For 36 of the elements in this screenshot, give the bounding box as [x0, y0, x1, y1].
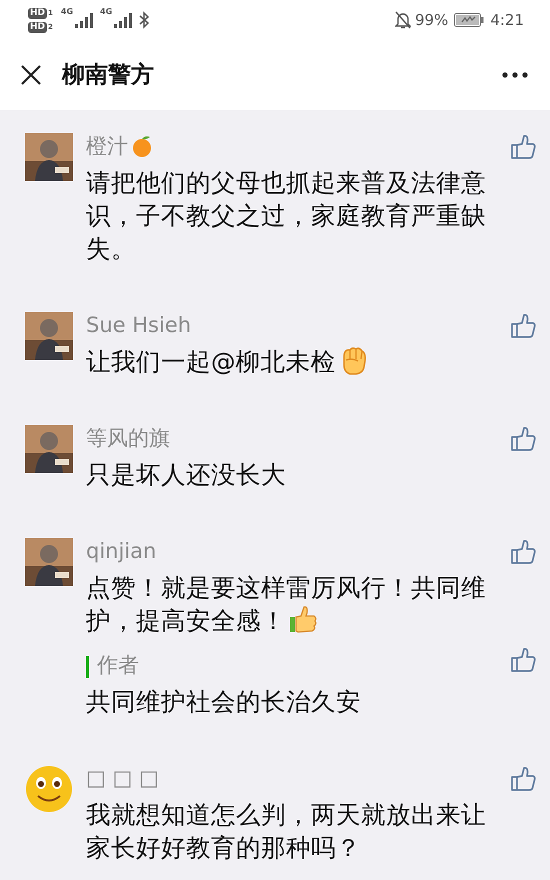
- close-icon[interactable]: [20, 64, 42, 86]
- like-icon[interactable]: [510, 426, 536, 452]
- like-icon[interactable]: [510, 313, 536, 339]
- thumbs-up-icon: [288, 604, 318, 634]
- fruit-icon: [130, 134, 154, 158]
- smiley-avatar-icon: [25, 765, 73, 813]
- battery-icon: [454, 13, 484, 27]
- commenter-name: 橙汁: [86, 133, 128, 160]
- commenter-name: 等风的旗: [86, 425, 170, 452]
- page-title: 柳南警方: [62, 60, 154, 90]
- comment-text: 只是坏人还没长大: [86, 460, 286, 489]
- commenter-name: qinjian: [86, 538, 156, 565]
- comment-text: 点赞！就是要这样雷厉风行！共同维护，提高安全感！: [86, 573, 486, 635]
- comment-text: 让我们一起@柳北未检: [86, 347, 368, 376]
- like-icon[interactable]: [510, 134, 536, 160]
- muted-bell-icon: [394, 11, 411, 29]
- comment-text: 请把他们的父母也抓起来普及法律意识，子不教父之过，家庭教育严重缺失。: [86, 168, 486, 263]
- comment-text: 我就想知道怎么判，两天就放出来让家长好好教育的那种吗？: [86, 800, 486, 862]
- commenter-name: Sue Hsieh: [86, 312, 192, 339]
- battery-percent: 99%: [414, 10, 448, 31]
- network-type: 4G: [60, 8, 74, 16]
- hd-badge: HD: [28, 8, 48, 18]
- reply-text: 共同维护社会的长治久安: [86, 686, 362, 718]
- signal-icon: [73, 12, 96, 28]
- like-icon[interactable]: [510, 647, 536, 673]
- signal-icon: [112, 12, 134, 28]
- bluetooth-icon: [138, 11, 150, 29]
- clock-time: 4:21: [490, 10, 524, 31]
- author-label: 作者: [97, 652, 139, 679]
- commenter-name: □ □ □: [86, 765, 159, 792]
- like-icon[interactable]: [510, 766, 536, 792]
- more-icon[interactable]: [502, 72, 528, 78]
- reply-marker: [86, 656, 89, 678]
- like-icon[interactable]: [510, 539, 536, 565]
- hd-badge: HD: [28, 22, 48, 32]
- network-type: 4G: [100, 8, 112, 16]
